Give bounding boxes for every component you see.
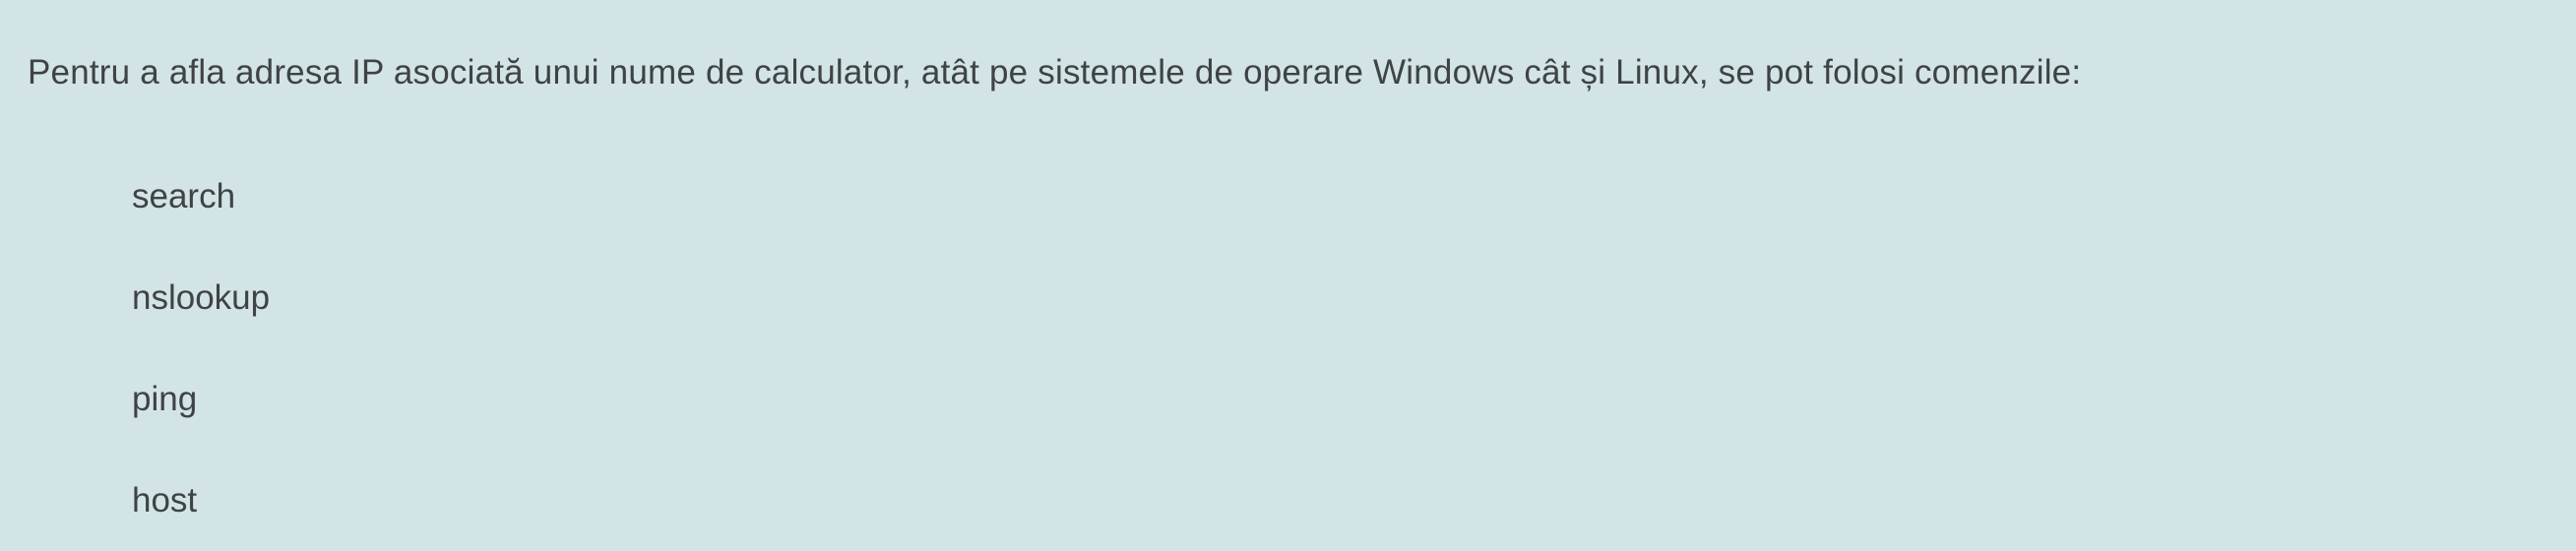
question-card: Pentru a afla adresa IP asociată unui nu… (0, 0, 2576, 551)
answer-option-label: search (132, 176, 236, 215)
answer-option-nslookup[interactable]: nslookup (132, 247, 2576, 348)
answer-options-list: search nslookup ping host (28, 146, 2576, 551)
answer-option-search[interactable]: search (132, 146, 2576, 247)
answer-option-label: host (132, 480, 198, 520)
question-text: Pentru a afla adresa IP asociată unui nu… (28, 53, 2082, 92)
answer-option-ping[interactable]: ping (132, 348, 2576, 450)
answer-option-host[interactable]: host (132, 450, 2576, 551)
answer-option-label: ping (132, 379, 198, 418)
answer-option-label: nslookup (132, 277, 271, 317)
